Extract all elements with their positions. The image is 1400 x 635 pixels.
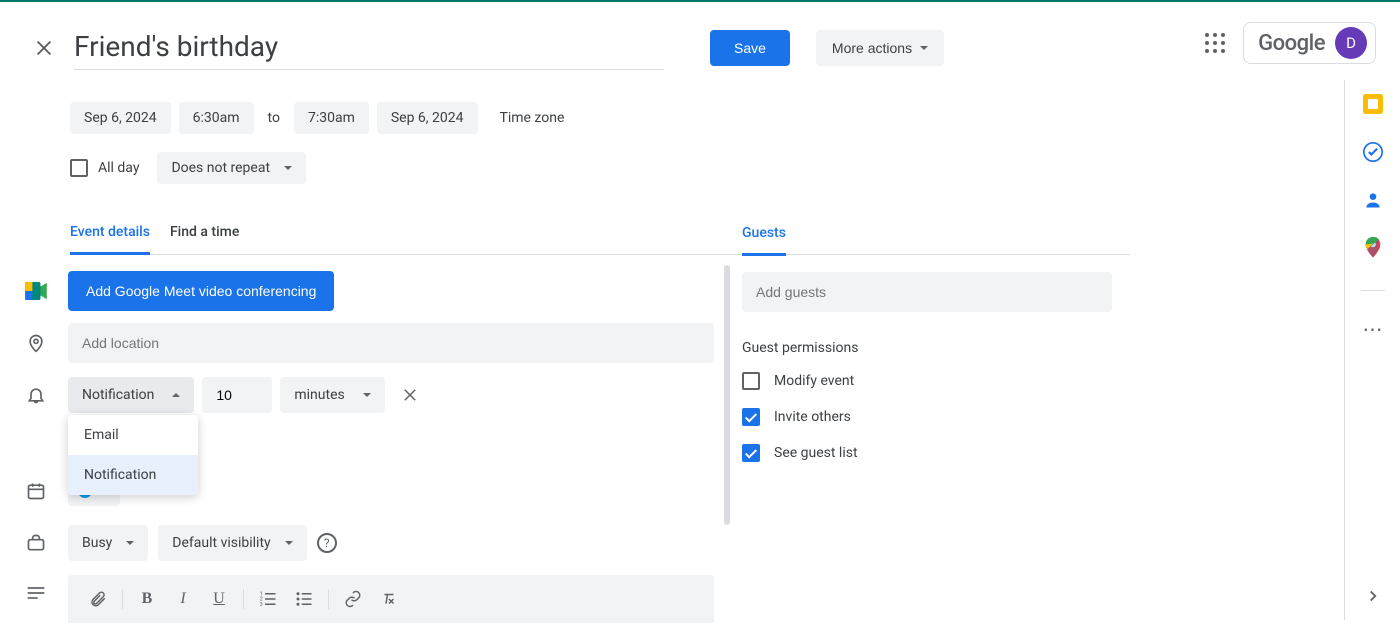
- close-icon[interactable]: [24, 28, 64, 68]
- modify-event-label: Modify event: [774, 373, 854, 389]
- see-guest-list-label: See guest list: [774, 445, 858, 461]
- side-separator: [1361, 290, 1385, 291]
- timezone-button[interactable]: Time zone: [486, 102, 579, 134]
- toolbar-separator: [328, 589, 329, 609]
- end-time-chip[interactable]: 7:30am: [294, 102, 369, 134]
- start-date-chip[interactable]: Sep 6, 2024: [70, 102, 171, 134]
- invite-others-checkbox[interactable]: [742, 408, 760, 426]
- tab-find-a-time[interactable]: Find a time: [170, 224, 239, 255]
- add-guests-input[interactable]: [742, 272, 1112, 312]
- more-addons-icon[interactable]: ⋯: [1363, 319, 1383, 339]
- add-meet-button[interactable]: Add Google Meet video conferencing: [68, 271, 334, 311]
- link-icon[interactable]: [337, 583, 369, 615]
- guest-permissions-heading: Guest permissions: [742, 340, 1112, 356]
- recurrence-label: Does not repeat: [171, 160, 270, 176]
- save-button[interactable]: Save: [710, 30, 790, 66]
- event-title-input[interactable]: [74, 26, 664, 70]
- bold-icon[interactable]: B: [131, 583, 163, 615]
- tasks-app-icon[interactable]: [1363, 142, 1383, 162]
- chevron-up-icon: [172, 393, 180, 397]
- recurrence-dropdown[interactable]: Does not repeat: [157, 152, 306, 184]
- italic-icon[interactable]: I: [167, 583, 199, 615]
- side-panel: ⋯: [1344, 80, 1400, 620]
- see-guest-list-checkbox[interactable]: [742, 444, 760, 462]
- to-label: to: [262, 110, 286, 126]
- end-date-chip[interactable]: Sep 6, 2024: [377, 102, 478, 134]
- attachment-icon[interactable]: [82, 583, 114, 615]
- guests-heading: Guests: [742, 225, 786, 256]
- notification-value-input[interactable]: [202, 377, 272, 413]
- collapse-panel-icon[interactable]: [1363, 586, 1383, 606]
- google-logo-text: Google: [1258, 31, 1325, 56]
- notification-unit-label: minutes: [294, 387, 344, 403]
- toolbar-separator: [243, 589, 244, 609]
- meet-icon: [24, 282, 48, 300]
- notification-option-notification[interactable]: Notification: [68, 455, 198, 495]
- chevron-down-icon: [920, 46, 928, 50]
- notification-type-label: Notification: [82, 387, 154, 403]
- location-input[interactable]: [68, 323, 714, 363]
- scrollbar[interactable]: [724, 265, 730, 525]
- svg-text:3: 3: [260, 602, 263, 608]
- modify-event-checkbox[interactable]: [742, 372, 760, 390]
- start-time-chip[interactable]: 6:30am: [179, 102, 254, 134]
- briefcase-icon: [24, 533, 48, 553]
- bullet-list-icon[interactable]: [288, 583, 320, 615]
- toolbar-separator: [122, 589, 123, 609]
- availability-dropdown[interactable]: Busy: [68, 525, 148, 561]
- calendar-icon: [24, 481, 48, 501]
- contacts-app-icon[interactable]: [1363, 190, 1383, 210]
- clear-formatting-icon[interactable]: [373, 583, 405, 615]
- more-actions-button[interactable]: More actions: [816, 30, 944, 66]
- tab-event-details[interactable]: Event details: [70, 224, 150, 255]
- invite-others-label: Invite others: [774, 409, 851, 425]
- underline-icon[interactable]: U: [203, 583, 235, 615]
- maps-app-icon[interactable]: [1363, 238, 1383, 258]
- visibility-help-icon[interactable]: ?: [317, 533, 337, 553]
- top-right-controls: Google D: [1203, 22, 1376, 64]
- notification-option-email[interactable]: Email: [68, 415, 198, 455]
- description-icon: [24, 575, 48, 601]
- visibility-dropdown[interactable]: Default visibility: [158, 525, 306, 561]
- location-icon: [24, 332, 48, 354]
- chevron-down-icon: [285, 541, 293, 545]
- more-actions-label: More actions: [832, 40, 912, 56]
- notification-unit-dropdown[interactable]: minutes: [280, 377, 384, 413]
- google-account-badge[interactable]: Google D: [1243, 22, 1376, 64]
- chevron-down-icon: [363, 393, 371, 397]
- numbered-list-icon[interactable]: 123: [252, 583, 284, 615]
- notification-icon: [24, 384, 48, 406]
- chevron-down-icon: [126, 541, 134, 545]
- notification-type-menu: Email Notification: [68, 415, 198, 495]
- avatar: D: [1335, 27, 1367, 59]
- google-apps-icon[interactable]: [1203, 31, 1227, 55]
- remove-notification-icon[interactable]: [393, 378, 427, 412]
- visibility-label: Default visibility: [172, 535, 270, 551]
- chevron-down-icon: [284, 166, 292, 170]
- all-day-label: All day: [98, 160, 139, 176]
- keep-app-icon[interactable]: [1363, 94, 1383, 114]
- availability-label: Busy: [82, 535, 112, 551]
- notification-type-dropdown[interactable]: Notification: [68, 377, 194, 413]
- description-toolbar: B I U 123: [68, 575, 714, 623]
- all-day-checkbox[interactable]: [70, 159, 88, 177]
